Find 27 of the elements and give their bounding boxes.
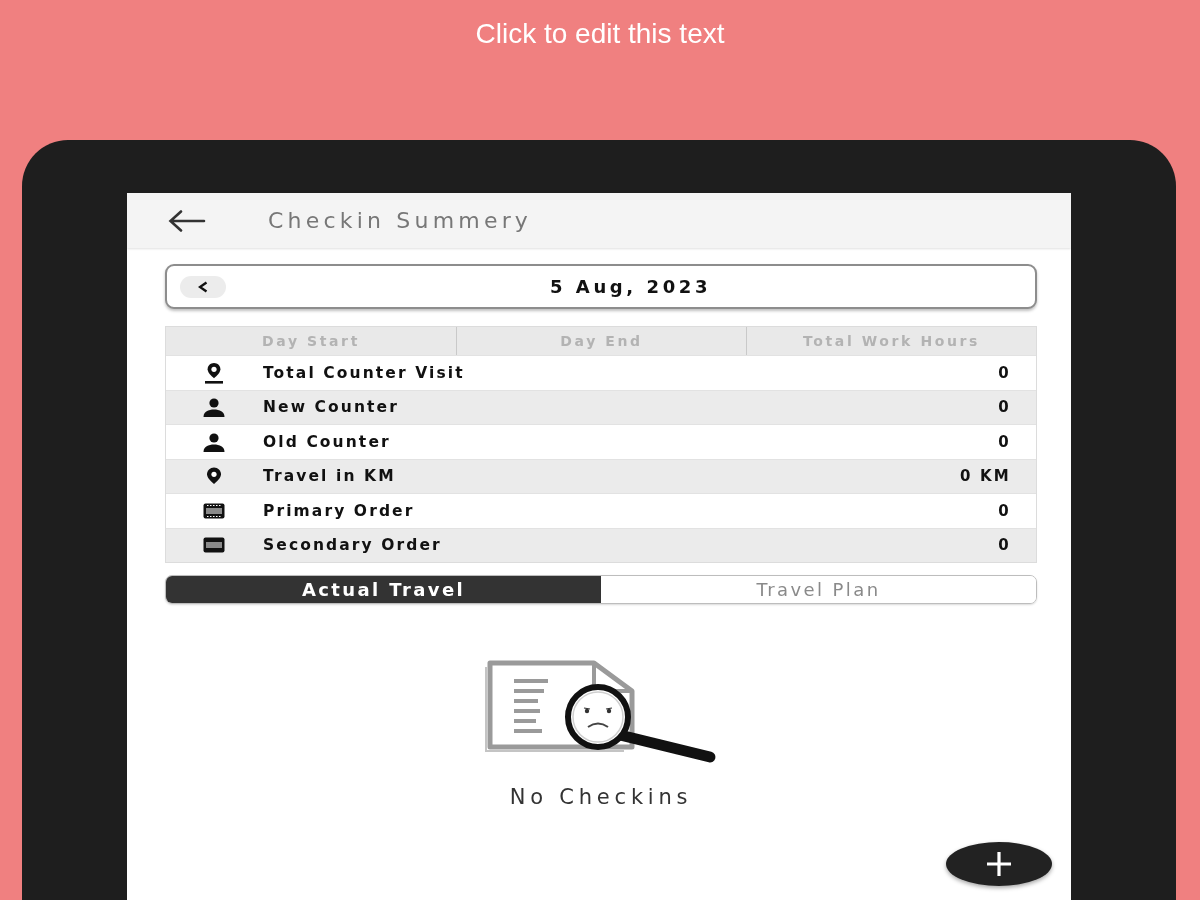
- metric-value: 0 KM: [960, 467, 1011, 486]
- empty-state-message: No Checkins: [509, 785, 693, 809]
- metric-value: 0: [998, 432, 1011, 451]
- tab[interactable]: Travel Plan: [601, 576, 1036, 603]
- person-icon: [202, 396, 226, 419]
- previous-day-button[interactable]: [180, 275, 226, 298]
- caption-text[interactable]: Click to edit this text: [475, 17, 725, 51]
- metric-value: 0: [998, 536, 1011, 555]
- metric-label: Primary Order: [263, 501, 415, 520]
- metric-label: Secondary Order: [263, 536, 442, 555]
- metric-label: New Counter: [263, 398, 399, 417]
- person-icon: [202, 430, 226, 453]
- plus-icon: [986, 851, 1012, 877]
- back-arrow-icon: [168, 209, 206, 232]
- selected-date: 5 Aug, 2023: [549, 276, 712, 297]
- metric-label: Total Counter Visit: [263, 363, 465, 382]
- metric-value: 0: [998, 501, 1011, 520]
- metric-label: Old Counter: [263, 432, 391, 451]
- map-pin-icon: [202, 361, 226, 384]
- metric-value: 0: [998, 363, 1011, 382]
- add-button[interactable]: [946, 842, 1052, 886]
- metric-value: 0: [998, 398, 1011, 417]
- screen-title: Checkin Summery: [268, 208, 533, 233]
- tab[interactable]: Actual Travel: [166, 576, 601, 603]
- chevron-left-icon: [198, 280, 208, 293]
- metric-label: Travel in KM: [263, 467, 396, 486]
- back-button[interactable]: [168, 209, 206, 232]
